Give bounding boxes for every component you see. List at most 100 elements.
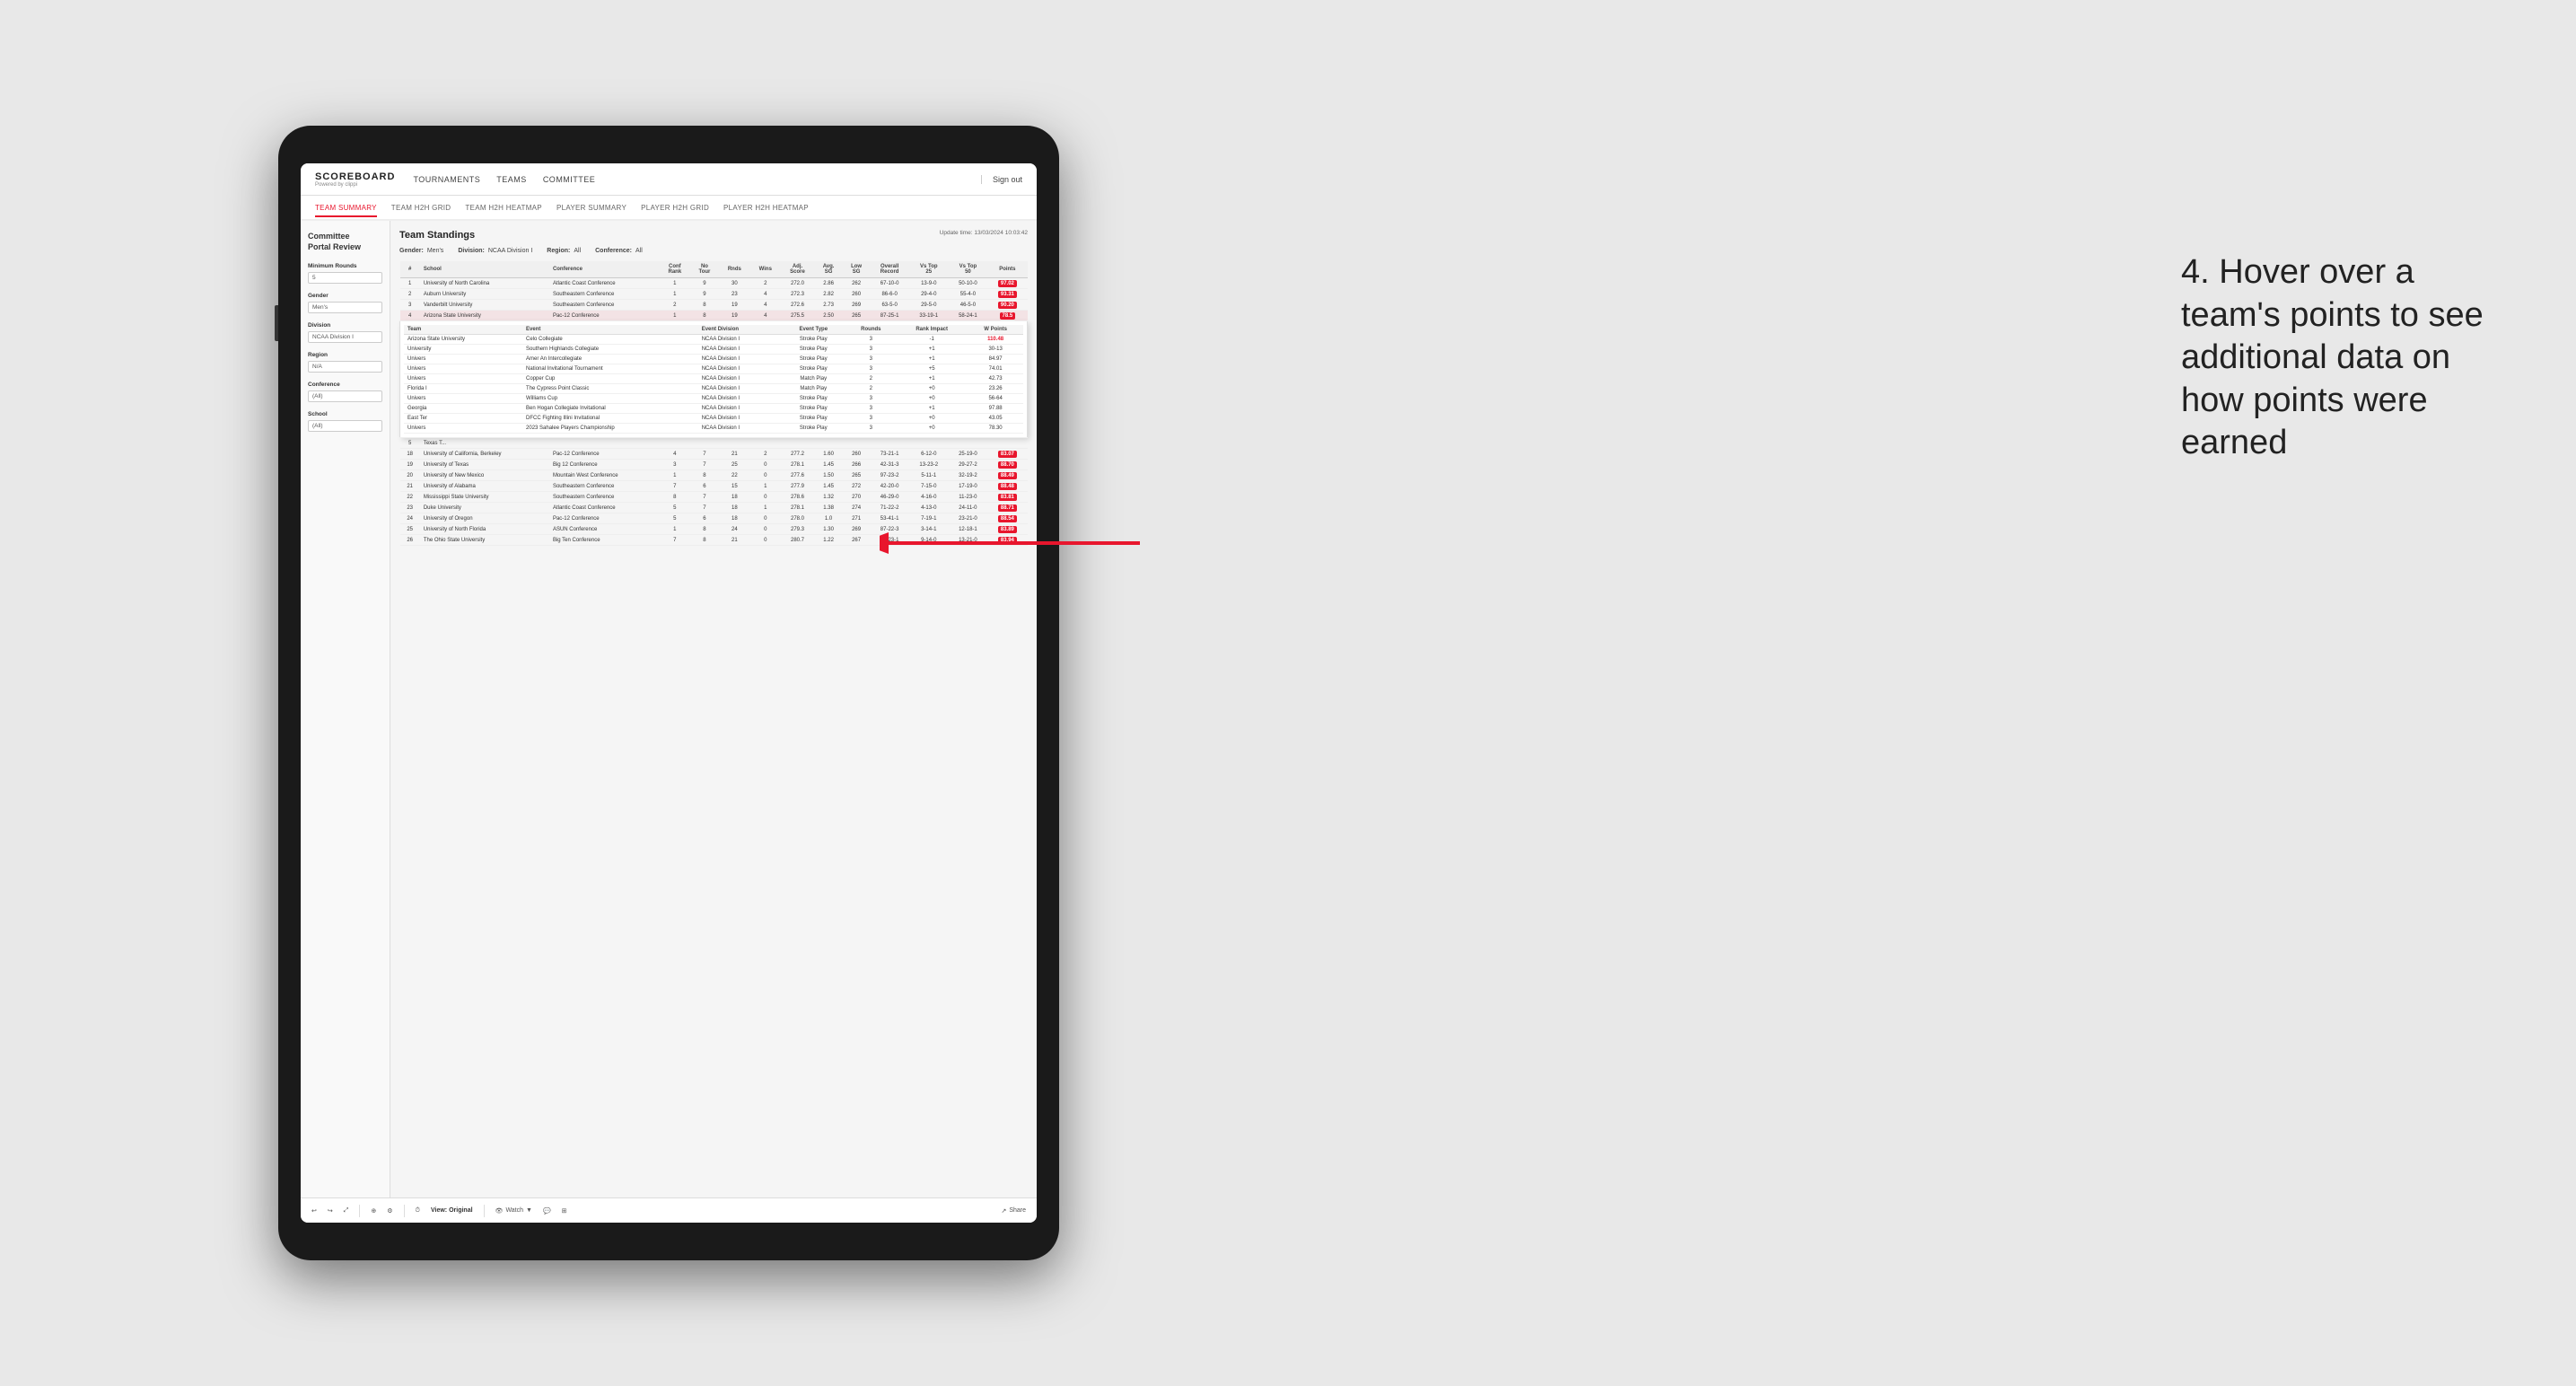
tt-col-division: Event Division: [698, 325, 781, 335]
tt-col-rank: Rank Impact: [896, 325, 968, 335]
tt-col-event: Event: [522, 325, 698, 335]
sign-out-button[interactable]: Sign out: [981, 175, 1022, 184]
table-row[interactable]: 1 University of North Carolina Atlantic …: [400, 278, 1028, 289]
record-cell: 67-10-0: [870, 278, 909, 289]
table-header-row: # School Conference ConfRank NoTour Rnds…: [400, 261, 1028, 278]
rnds-cell: 30: [719, 278, 750, 289]
tours-cell: 9: [690, 278, 719, 289]
sidebar: CommitteePortal Review Minimum Rounds 5 …: [301, 221, 390, 1197]
tooltip-expanded-row: Team Event Event Division Event Type Rou…: [400, 321, 1028, 438]
low-cell: 262: [843, 278, 870, 289]
table-row[interactable]: 25 University of North Florida ASUN Conf…: [400, 524, 1028, 535]
table-row[interactable]: 3 Vanderbilt University Southeastern Con…: [400, 300, 1028, 311]
col-wins: Wins: [750, 261, 781, 278]
filter-gender-value: Men's: [427, 248, 443, 254]
conf-cell: Atlantic Coast Conference: [549, 278, 660, 289]
content-area: Team Standings Update time: 13/03/2024 1…: [390, 221, 1037, 1197]
tab-player-summary[interactable]: PLAYER SUMMARY: [556, 200, 626, 215]
wins-cell: 2: [750, 278, 781, 289]
col-school: School: [420, 261, 549, 278]
tab-team-summary[interactable]: TEAM SUMMARY: [315, 200, 377, 217]
tab-team-h2h-grid[interactable]: TEAM H2H GRID: [391, 200, 451, 215]
grid-button[interactable]: ⊞: [562, 1207, 567, 1215]
table-row[interactable]: 23 Duke University Atlantic Coast Confer…: [400, 503, 1028, 513]
filter-gender-label: Gender:: [399, 248, 424, 254]
sidebar-label-school: School: [308, 411, 382, 417]
sidebar-value-school[interactable]: (All): [308, 420, 382, 432]
col-rank: #: [400, 261, 420, 278]
col-avg-score: Avg.SG: [814, 261, 843, 278]
nav-bar: SCOREBOARD Powered by clippi TOURNAMENTS…: [301, 163, 1037, 196]
filter-region: Region: All: [547, 248, 581, 254]
redo-button[interactable]: ↪: [328, 1207, 333, 1215]
sidebar-title: CommitteePortal Review: [308, 232, 382, 252]
logo-sub: Powered by clippi: [315, 182, 395, 188]
watch-button[interactable]: 👁 Watch ▼: [495, 1207, 532, 1215]
tt-col-team: Team: [404, 325, 522, 335]
share-button[interactable]: ↗ Share: [1001, 1207, 1026, 1215]
sidebar-label-conference: Conference: [308, 382, 382, 388]
table-row[interactable]: 20 University of New Mexico Mountain Wes…: [400, 470, 1028, 481]
sidebar-value-region[interactable]: N/A: [308, 361, 382, 373]
tab-player-h2h-heatmap[interactable]: PLAYER H2H HEATMAP: [723, 200, 809, 215]
logo-text: SCOREBOARD: [315, 171, 395, 182]
table-row[interactable]: 22 Mississippi State University Southeas…: [400, 492, 1028, 503]
table-row[interactable]: 19 University of Texas Big 12 Conference…: [400, 460, 1028, 470]
sidebar-school: School (All): [308, 411, 382, 432]
nav-teams[interactable]: TEAMS: [496, 171, 527, 188]
table-row[interactable]: 26 The Ohio State University Big Ten Con…: [400, 535, 1028, 546]
side-button[interactable]: [275, 305, 278, 341]
table-row-highlighted[interactable]: 4 Arizona State University Pac-12 Confer…: [400, 311, 1028, 321]
col-record: OverallRecord: [870, 261, 909, 278]
filter-division-label: Division:: [458, 248, 485, 254]
table-row[interactable]: 21 University of Alabama Southeastern Co…: [400, 481, 1028, 492]
copy-button[interactable]: ⊕: [371, 1207, 376, 1215]
sidebar-label-gender: Gender: [308, 293, 382, 299]
points-cell[interactable]: 97.02: [987, 278, 1027, 289]
sidebar-value-gender[interactable]: Men's: [308, 302, 382, 313]
tooltip-row-item: Univers Copper Cup NCAA Division I Match…: [404, 374, 1023, 384]
filter-division: Division: NCAA Division I: [458, 248, 532, 254]
sidebar-label-division: Division: [308, 322, 382, 329]
table-row[interactable]: 18 University of California, Berkeley Pa…: [400, 449, 1028, 460]
tooltip-row-item: Univers National Invitational Tournament…: [404, 364, 1023, 374]
tt-col-rounds: Rounds: [846, 325, 897, 335]
toolbar-sep-2: [404, 1205, 405, 1217]
avg-cell: 2.86: [814, 278, 843, 289]
sidebar-value-division[interactable]: NCAA Division I: [308, 331, 382, 343]
col-points: Points: [987, 261, 1027, 278]
sidebar-minimum-rounds: Minimum Rounds 5: [308, 263, 382, 284]
sidebar-region: Region N/A: [308, 352, 382, 373]
filter-division-value: NCAA Division I: [488, 248, 532, 254]
sidebar-value-min-rounds[interactable]: 5: [308, 272, 382, 284]
undo-button[interactable]: ↩: [311, 1207, 317, 1215]
tooltip-row-item: Univers Amer An Intercollegiate NCAA Div…: [404, 355, 1023, 364]
zoom-button[interactable]: ⤢: [344, 1207, 349, 1215]
bottom-toolbar: ↩ ↪ ⤢ ⊕ ⚙ ⏱ View: Original 👁 Watch ▼ 💬 ⊞…: [301, 1197, 1037, 1223]
eye-icon: 👁: [495, 1207, 504, 1215]
standings-table: # School Conference ConfRank NoTour Rnds…: [399, 261, 1028, 546]
tab-team-h2h-heatmap[interactable]: TEAM H2H HEATMAP: [465, 200, 542, 215]
nav-tournaments[interactable]: TOURNAMENTS: [413, 171, 480, 188]
tablet-shell: SCOREBOARD Powered by clippi TOURNAMENTS…: [278, 126, 1059, 1260]
timer-button[interactable]: ⏱: [416, 1207, 420, 1215]
tab-player-h2h-grid[interactable]: PLAYER H2H GRID: [641, 200, 709, 215]
watch-label: Watch: [505, 1207, 523, 1214]
tab-bar: TEAM SUMMARY TEAM H2H GRID TEAM H2H HEAT…: [301, 196, 1037, 221]
settings-button[interactable]: ⚙: [387, 1207, 392, 1215]
filter-conference-value: All: [635, 248, 643, 254]
sidebar-value-conference[interactable]: (All): [308, 390, 382, 402]
table-row[interactable]: 24 University of Oregon Pac-12 Conferenc…: [400, 513, 1028, 524]
sidebar-division: Division NCAA Division I: [308, 322, 382, 343]
col-tours: NoTour: [690, 261, 719, 278]
logo-area: SCOREBOARD Powered by clippi: [315, 171, 395, 188]
table-row[interactable]: 2 Auburn University Southeastern Confere…: [400, 289, 1028, 300]
view-label[interactable]: View: Original: [431, 1207, 473, 1214]
table-row[interactable]: 5 Texas T...: [400, 438, 1028, 449]
annotation-content: 4. Hover over a team's points to see add…: [2181, 253, 2484, 461]
tooltip-row-item: Georgia Ben Hogan Collegiate Invitationa…: [404, 404, 1023, 414]
share-label: Share: [1009, 1207, 1026, 1214]
comment-button[interactable]: 💬: [543, 1207, 551, 1215]
tooltip-row-item: Florida I The Cypress Point Classic NCAA…: [404, 384, 1023, 394]
nav-committee[interactable]: COMMITTEE: [543, 171, 596, 188]
